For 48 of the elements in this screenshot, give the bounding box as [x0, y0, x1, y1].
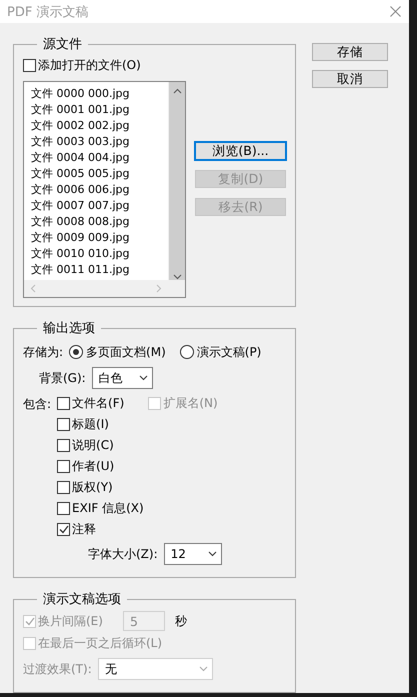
radio-button[interactable] [180, 345, 194, 359]
dialog-button[interactable]: 存储 [312, 43, 388, 61]
font-size-dropdown[interactable]: 12 [164, 543, 222, 565]
chevron-down-icon [208, 551, 217, 557]
unit-label: 秒 [174, 612, 187, 630]
checkbox[interactable]: 版权(Y) [57, 477, 113, 497]
font-size-label: 字体大小(Z): [88, 546, 158, 562]
dialog-button[interactable]: 取消 [312, 70, 388, 88]
checkbox[interactable]: 标题(I) [57, 414, 109, 434]
list-item[interactable]: 文件 0007 007.jpg [31, 197, 168, 213]
include-label: 包含: [23, 396, 52, 413]
checkbox[interactable]: EXIF 信息(X) [57, 498, 144, 518]
checkmark-icon [24, 616, 34, 626]
list-item[interactable]: 文件 0008 008.jpg [31, 213, 168, 229]
group-title: 源文件 [42, 36, 83, 53]
radio-option[interactable]: 多页面文档(M) [69, 344, 166, 360]
list-item[interactable]: 文件 0009 009.jpg [31, 229, 168, 245]
chevron-down-icon [198, 666, 208, 672]
file-list[interactable]: 文件 0000 000.jpg 文件 0001 001.jpg 文件 0002 002.jpg 文件 0003 003.jpg 文件 0004 004.jpg 文件 0005 005.jpg 文件 0006 006.jpg 文件 0007 007.jpg 文件 0008 008.jpg 文件 0009 009.jpg 文件 0010 010.jpg 文件 0011 011.jpg [23, 81, 186, 298]
checkbox[interactable]: 作者(U) [57, 456, 114, 476]
list-item[interactable]: 文件 0002 002.jpg [31, 117, 168, 133]
list-item[interactable]: 文件 0005 005.jpg [31, 165, 168, 181]
checkbox[interactable]: 文件名(F) [57, 393, 124, 413]
close-icon[interactable] [390, 6, 401, 17]
transition-label: 过渡效果(T): [23, 660, 92, 678]
checkbox[interactable]: 注释 [57, 519, 96, 539]
checkbox[interactable]: 添加打开的文件(O) [23, 55, 286, 75]
list-item[interactable]: 文件 0006 006.jpg [31, 181, 168, 197]
background-label: 背景(G): [39, 370, 86, 386]
list-item[interactable]: 文件 0011 011.jpg [31, 261, 168, 277]
checkbox[interactable]: 说明(C) [57, 435, 114, 455]
checkmark-icon [58, 524, 69, 534]
radio-option[interactable]: 演示文稿(P) [180, 344, 262, 360]
group-title: 演示文稿选项 [42, 591, 122, 608]
chevron-down-icon [138, 375, 148, 381]
background-dropdown[interactable]: 白色 [92, 367, 153, 389]
list-item[interactable]: 文件 0000 000.jpg [31, 85, 168, 101]
save-as-label: 存储为: [23, 344, 64, 360]
radio-button[interactable] [69, 345, 84, 359]
window-title: PDF 演示文稿 [7, 4, 88, 20]
action-button[interactable]: 浏览(B)... [195, 142, 286, 160]
list-item[interactable]: 文件 0001 001.jpg [31, 101, 168, 117]
scroll-down-icon [172, 274, 182, 280]
group-title: 输出选项 [42, 320, 96, 337]
scroll-up-icon[interactable] [172, 88, 182, 94]
list-item[interactable]: 文件 0003 003.jpg [31, 133, 168, 149]
list-item[interactable]: 文件 0004 004.jpg [31, 149, 168, 165]
list-item[interactable]: 文件 0010 010.jpg [31, 245, 168, 261]
